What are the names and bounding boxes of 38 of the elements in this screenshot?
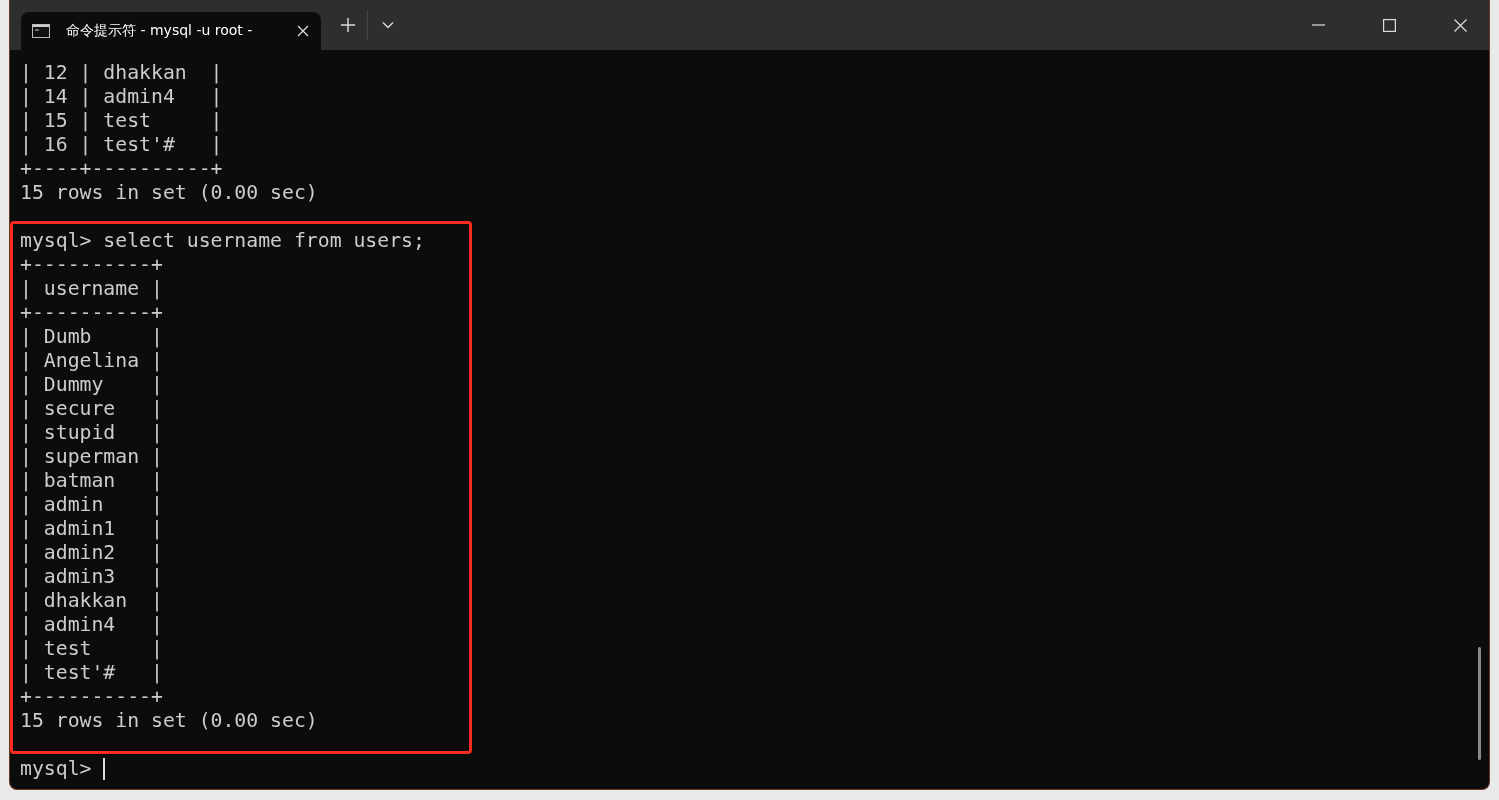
terminal-line: | Dummy | [20,373,163,396]
terminal-line: +----------+ [20,685,163,708]
terminal-line: | 14 | admin4 | [20,85,223,108]
scrollbar-thumb[interactable] [1478,647,1481,760]
terminal-tab[interactable]: 命令提示符 - mysql -u root - [21,12,321,50]
close-icon[interactable] [1454,18,1467,32]
terminal-line: | dhakkan | [20,589,163,612]
terminal-line: +----------+ [20,253,163,276]
terminal-icon [32,24,50,38]
text-cursor [103,758,106,780]
new-tab-icon[interactable] [341,18,355,32]
terminal-line: | superman | [20,445,163,468]
terminal-line: | stupid | [20,421,163,444]
terminal-line: | Dumb | [20,325,163,348]
terminal-line: +----------+ [20,301,163,324]
terminal-line: 15 rows in set (0.00 sec) [20,181,318,204]
terminal-line: | batman | [20,469,163,492]
terminal-line: | Angelina | [20,349,163,372]
terminal-line: | username | [20,277,163,300]
terminal-line: | admin3 | [20,565,163,588]
caret-icon[interactable] [382,21,394,29]
maximize-icon[interactable] [1383,18,1396,32]
terminal-line: | admin2 | [20,541,163,564]
terminal-line: | secure | [20,397,163,420]
terminal-line: | admin1 | [20,517,163,540]
terminal-line: mysql> select username from users; [20,229,425,252]
close-icon[interactable] [297,25,309,37]
terminal-line: | test'# | [20,661,163,684]
terminal-line: | test | [20,637,163,660]
terminal-line: | admin4 | [20,613,163,636]
terminal-line: | 12 | dhakkan | [20,61,223,84]
terminal-line: | admin | [20,493,163,516]
prompt-text: mysql> [20,757,93,781]
terminal-line: +----+----------+ [20,157,223,180]
tab-title: 命令提示符 - mysql -u root - [66,22,254,40]
terminal-line: | 16 | test'# | [20,133,223,156]
terminal-line: 15 rows in set (0.00 sec) [20,709,318,732]
terminal-line: | 15 | test | [20,109,223,132]
